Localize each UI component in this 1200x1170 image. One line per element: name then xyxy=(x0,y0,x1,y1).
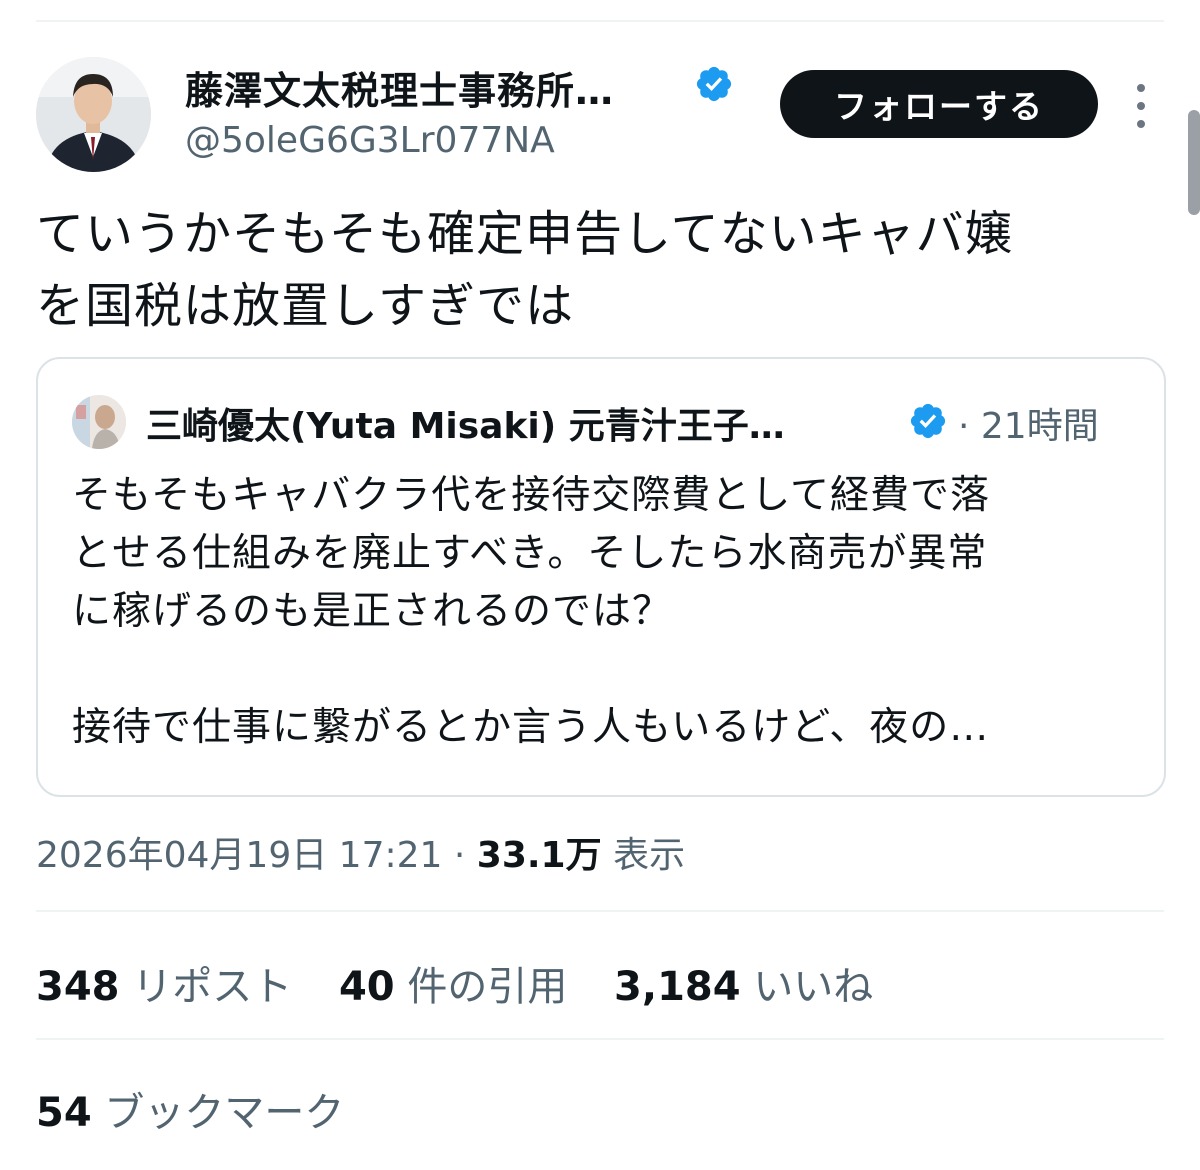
verified-badge-icon xyxy=(696,66,732,102)
bookmarks-label: ブックマーク xyxy=(104,1090,345,1136)
quote-text-line: そもそもキャバクラ代を接待交際費として経費で落 xyxy=(72,473,991,518)
engagement-stats: 348 リポスト 40 件の引用 3,184 いいね xyxy=(36,954,907,1012)
quotes-stat[interactable]: 40 件の引用 xyxy=(339,964,567,1010)
tweet-text: ていうかそもそも確定申告してないキャバ嬢 を国税は放置しすぎでは xyxy=(36,198,1156,342)
author-avatar[interactable] xyxy=(36,57,151,172)
likes-count: 3,184 xyxy=(614,964,741,1010)
follow-button[interactable]: フォローする xyxy=(780,70,1098,138)
quoted-tweet-card[interactable]: 三崎優太(Yuta Misaki) 元青汁王子… · 21時間 そもそもキャバク… xyxy=(36,357,1166,797)
quote-author-avatar[interactable] xyxy=(72,395,126,449)
meta-separator: · xyxy=(442,835,477,876)
tweet-text-line: を国税は放置しすぎでは xyxy=(36,278,575,334)
reposts-stat[interactable]: 348 リポスト xyxy=(36,964,292,1010)
view-label: 表示 xyxy=(613,835,686,876)
quote-timestamp[interactable]: · 21時間 xyxy=(958,397,1099,449)
divider xyxy=(36,910,1164,912)
verified-badge-icon xyxy=(910,403,946,439)
tweet-meta: 2026年04月19日 17:21 · 33.1万 表示 xyxy=(36,826,685,878)
reposts-label: リポスト xyxy=(132,964,293,1010)
tweet-timestamp[interactable]: 2026年04月19日 17:21 xyxy=(36,835,442,876)
bookmarks-stat[interactable]: 54 ブックマーク xyxy=(36,1080,344,1138)
likes-stat[interactable]: 3,184 いいね xyxy=(614,964,873,1010)
quote-text-line: に稼げるのも是正されるのでは？ xyxy=(72,589,673,634)
quote-author-name[interactable]: 三崎優太(Yuta Misaki) 元青汁王子… xyxy=(146,397,785,449)
view-count: 33.1万 xyxy=(476,835,602,876)
likes-label: いいね xyxy=(753,964,874,1010)
quote-text: そもそもキャバクラ代を接待交際費として経費で落 とせる仕組みを廃止すべき。そした… xyxy=(72,467,1142,757)
quotes-label: 件の引用 xyxy=(407,964,568,1010)
bookmarks-count: 54 xyxy=(36,1090,92,1136)
top-divider xyxy=(36,20,1164,22)
scrollbar-thumb[interactable] xyxy=(1188,110,1200,215)
quote-text-line: 接待で仕事に繋がるとか言う人もいるけど、夜の… xyxy=(72,705,990,750)
tweet-text-line: ていうかそもそも確定申告してないキャバ嬢 xyxy=(36,206,1014,262)
quotes-count: 40 xyxy=(338,964,395,1010)
author-handle[interactable]: @5oleG6G3Lr077NA xyxy=(185,120,555,161)
author-name[interactable]: 藤澤文太税理士事務所… xyxy=(185,60,614,115)
more-vertical-icon[interactable] xyxy=(1128,84,1154,128)
quote-text-line: とせる仕組みを廃止すべき。そしたら水商売が異常 xyxy=(72,531,988,576)
divider xyxy=(36,1038,1164,1040)
reposts-count: 348 xyxy=(36,964,120,1010)
